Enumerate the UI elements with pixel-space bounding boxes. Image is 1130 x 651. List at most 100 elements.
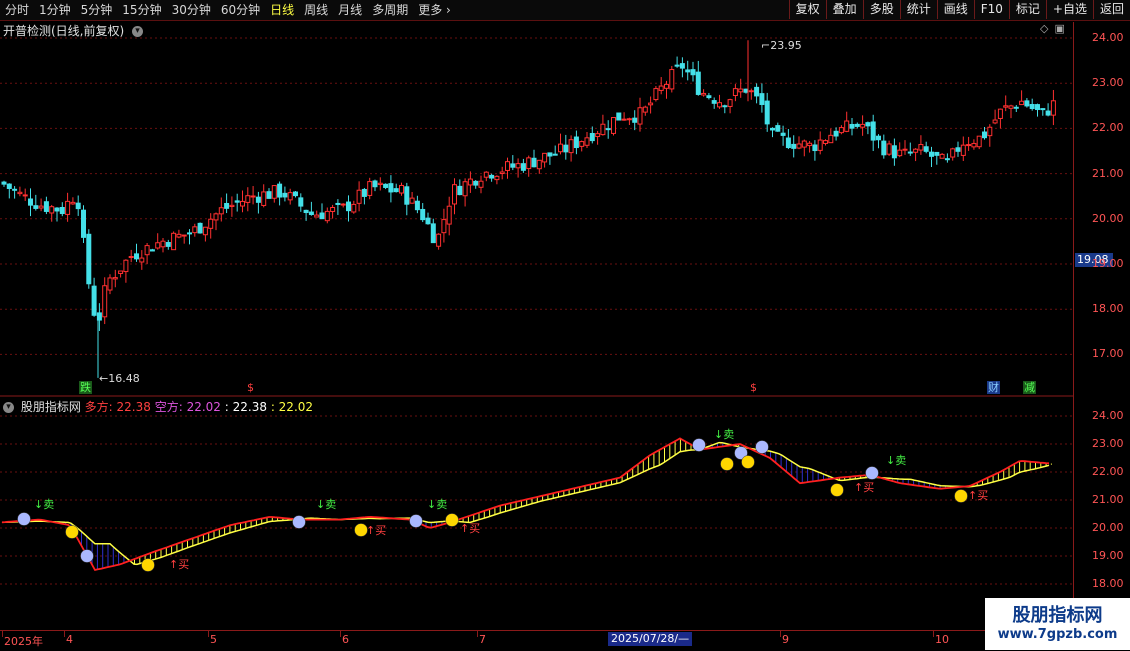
candle-body	[664, 83, 669, 89]
candle-body	[913, 148, 919, 153]
candle-body	[653, 88, 659, 101]
date-axis: 2025/07/28/— 2025年 4 5 6 7 9 10	[0, 630, 1073, 651]
candle-body	[796, 143, 802, 149]
event-reduce-marker[interactable]: 减	[1023, 381, 1036, 394]
candle-body	[12, 188, 18, 191]
candle-body	[192, 226, 198, 234]
candle-body	[1040, 108, 1046, 111]
candle-body	[457, 185, 463, 196]
candle-body	[160, 240, 166, 248]
candle-body	[473, 180, 479, 186]
candle-body	[775, 125, 781, 132]
duo-value: 多方: 22.38	[84, 400, 151, 414]
price-tick-label: 20.00	[1092, 211, 1124, 225]
candle-body	[542, 152, 548, 163]
candle-body	[711, 100, 717, 104]
candle-body	[1045, 110, 1051, 116]
value-2: : 22.02	[270, 400, 314, 414]
candle-body	[505, 161, 510, 171]
candle-body	[748, 90, 754, 93]
candle-body	[987, 126, 993, 137]
candle-body	[679, 63, 685, 69]
candle-body	[600, 123, 606, 136]
date-label: 6	[342, 633, 349, 646]
candle-body	[346, 201, 351, 212]
candle-body	[812, 144, 818, 152]
candle-body	[224, 203, 230, 209]
candle-body	[754, 86, 760, 97]
candle-body	[573, 136, 579, 149]
candle-body	[420, 208, 426, 221]
candle-body	[330, 206, 336, 212]
candle-body	[950, 148, 956, 158]
candle-body	[6, 183, 12, 189]
candle-body	[595, 133, 601, 138]
candle-body	[409, 197, 415, 204]
candle-body	[722, 105, 728, 108]
chevron-down-icon[interactable]: ▾	[3, 402, 14, 413]
candle-body	[17, 191, 23, 195]
buy-signal-label: ↑买	[460, 522, 481, 535]
candle-body	[881, 140, 887, 156]
candle-body	[1029, 104, 1035, 110]
candle-body	[155, 242, 161, 249]
candle-body	[202, 226, 208, 236]
candle-body	[791, 143, 797, 149]
candle-body	[404, 186, 410, 205]
candle-body	[361, 188, 367, 197]
candle-body	[91, 285, 97, 316]
candle-body	[499, 171, 505, 174]
candle-body	[335, 202, 341, 205]
candle-body	[536, 159, 542, 170]
candle-body	[732, 88, 738, 97]
candle-body	[218, 207, 224, 215]
candle-body	[277, 183, 283, 198]
candle-body	[902, 148, 908, 151]
event-dividend-marker-2[interactable]: $	[749, 381, 758, 394]
candle-body	[589, 133, 595, 142]
candle-body	[324, 210, 330, 222]
kong-value: 空方: 22.02	[154, 400, 221, 414]
sell-signal-label: ↓卖	[714, 428, 735, 441]
candle-body	[971, 142, 977, 148]
candle-body	[107, 277, 113, 291]
candle-body	[738, 88, 744, 93]
indicator-title[interactable]: ▾ 股朋指标网 多方: 22.38 空方: 22.02 : 22.38 : 22…	[3, 398, 313, 415]
candle-body	[139, 257, 145, 263]
candle-body	[982, 131, 987, 139]
candle-body	[838, 127, 844, 134]
buy-signal-label: ↑买	[968, 489, 989, 502]
event-finance-marker[interactable]: 财	[987, 381, 1000, 394]
candle-body	[383, 183, 389, 188]
price-tick-label: 23.00	[1092, 76, 1124, 90]
candle-body	[515, 163, 521, 169]
candle-body	[308, 211, 314, 216]
indicator-tick-label: 21.00	[1092, 493, 1124, 506]
event-dividend-marker[interactable]: $	[246, 381, 255, 394]
tool-button-8[interactable]: 返回	[1092, 0, 1130, 19]
candle-body	[1024, 100, 1030, 107]
candle-body	[701, 92, 707, 96]
price-axis: 19.08 24.00 23.00 22.00 21.00 20.00 19.00 18.0…	[1073, 22, 1130, 630]
event-die-marker[interactable]: 跌	[79, 381, 92, 394]
candle-body	[266, 191, 272, 199]
candle-body	[28, 198, 33, 206]
candle-body	[897, 149, 903, 157]
candle-body	[817, 139, 823, 151]
indicator-tick-label: 19.00	[1092, 549, 1124, 562]
date-tick	[933, 631, 934, 637]
smile-face-icon	[954, 489, 968, 503]
candle-body	[939, 153, 945, 159]
candle-body	[388, 183, 394, 193]
candle-body	[621, 118, 627, 121]
price-tick-label: 24.00	[1092, 31, 1124, 44]
sad-face-icon	[409, 514, 423, 528]
candle-body	[298, 197, 304, 207]
candle-body	[1, 181, 7, 185]
candle-body	[860, 123, 866, 128]
candle-body	[844, 120, 850, 132]
sad-face-icon	[292, 515, 306, 529]
indicator-tick-label: 18.00	[1092, 577, 1124, 590]
candle-body	[616, 112, 622, 121]
smile-face-icon	[720, 457, 734, 471]
